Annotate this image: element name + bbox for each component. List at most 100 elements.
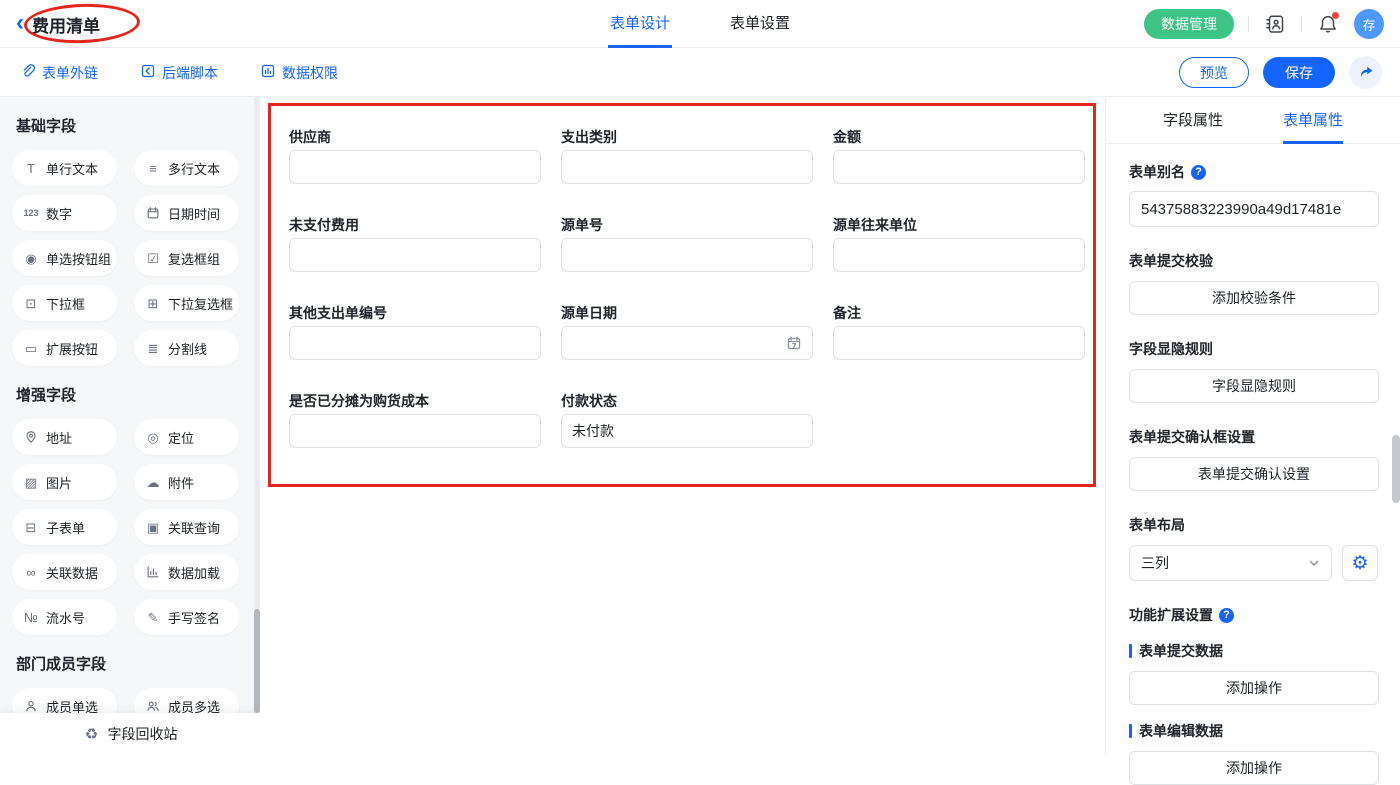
sidebar-field-item[interactable]: ⊡ 下拉框 bbox=[12, 285, 117, 321]
layout-select[interactable]: 三列 bbox=[1129, 545, 1332, 581]
panel-section: 表单提交校验 添加校验条件 bbox=[1129, 251, 1378, 315]
divider bbox=[1248, 16, 1249, 32]
panel-section: 表单提交确认框设置 表单提交确认设置 bbox=[1129, 427, 1378, 491]
sidebar-field-item[interactable]: ◎ 定位 bbox=[134, 419, 239, 455]
preview-button[interactable]: 预览 bbox=[1179, 57, 1249, 88]
form-field-input[interactable] bbox=[561, 150, 813, 184]
form-field-input[interactable] bbox=[289, 326, 541, 360]
avatar[interactable]: 存 bbox=[1354, 9, 1384, 39]
contacts-book-icon[interactable] bbox=[1263, 12, 1287, 36]
form-field-input[interactable]: 未付款 bbox=[561, 414, 813, 448]
data-manage-button[interactable]: 数据管理 bbox=[1144, 9, 1234, 39]
image-icon: ▨ bbox=[22, 476, 40, 489]
form-field-input[interactable] bbox=[833, 150, 1085, 184]
form-field[interactable]: 备注 bbox=[833, 303, 1085, 360]
panel-section-button[interactable]: 表单提交确认设置 bbox=[1129, 457, 1379, 491]
toolbar-actions: 预览 保存 bbox=[1179, 48, 1382, 97]
layout-select-value: 三列 bbox=[1141, 553, 1169, 573]
field-item-label: 多行文本 bbox=[168, 159, 220, 178]
sidebar-field-item[interactable]: ⊞ 下拉复选框 bbox=[134, 285, 239, 321]
form-field-input[interactable] bbox=[833, 238, 1085, 272]
field-item-label: 单选按钮组 bbox=[46, 249, 111, 268]
toolbar-link-label: 表单外链 bbox=[42, 63, 98, 83]
form-field-input[interactable] bbox=[561, 326, 813, 360]
sidebar-field-item[interactable]: ≡ 多行文本 bbox=[134, 150, 239, 186]
layout-settings-button[interactable]: ⚙ bbox=[1342, 545, 1378, 581]
form-field-input[interactable] bbox=[833, 326, 1085, 360]
multiselect-icon: ⊞ bbox=[144, 297, 162, 310]
toolbar-link-perm[interactable]: 数据权限 bbox=[260, 63, 338, 83]
field-item-label: 附件 bbox=[168, 473, 194, 492]
add-operation-button[interactable]: 添加操作 bbox=[1129, 751, 1379, 785]
sidebar-field-item[interactable]: ▨ 图片 bbox=[12, 464, 117, 500]
form-field[interactable]: 源单往来单位 bbox=[833, 215, 1085, 272]
panel-section-label: 字段显隐规则 bbox=[1129, 339, 1378, 359]
sidebar-field-item[interactable]: ▣ 关联查询 bbox=[134, 509, 239, 545]
address-icon bbox=[22, 430, 40, 444]
form-field[interactable]: 付款状态 未付款 bbox=[561, 391, 813, 448]
header-tab-0[interactable]: 表单设计 bbox=[608, 0, 672, 48]
sidebar-field-item[interactable]: ▭ 扩展按钮 bbox=[12, 330, 117, 366]
number-icon: 123 bbox=[22, 209, 40, 218]
sidebar-field-item[interactable]: T 单行文本 bbox=[12, 150, 117, 186]
window-scrollbar-thumb[interactable] bbox=[1392, 435, 1400, 503]
toolbar-link-script[interactable]: 后端脚本 bbox=[140, 63, 218, 83]
back-icon[interactable]: ‹ bbox=[16, 11, 24, 35]
sidebar-field-item[interactable]: ☑ 复选框组 bbox=[134, 240, 239, 276]
toolbar-link-label: 数据权限 bbox=[282, 63, 338, 83]
panel-section-button[interactable]: 字段显隐规则 bbox=[1129, 369, 1379, 403]
field-item-label: 日期时间 bbox=[168, 204, 220, 223]
sidebar-section: 部门成员字段 成员单选 成员多选 bbox=[0, 635, 260, 724]
extension-settings-section: 功能扩展设置 ? 表单提交数据 添加操作 表单编辑数据 添加操作 bbox=[1129, 605, 1378, 785]
sidebar-section-title: 部门成员字段 bbox=[16, 653, 248, 674]
field-item-label: 图片 bbox=[46, 473, 72, 492]
form-field-input[interactable] bbox=[289, 238, 541, 272]
save-button[interactable]: 保存 bbox=[1263, 57, 1335, 88]
form-field-label: 金额 bbox=[833, 127, 1085, 147]
notification-badge bbox=[1332, 12, 1339, 19]
form-field[interactable]: 源单日期 bbox=[561, 303, 813, 360]
sidebar-field-item[interactable]: 地址 bbox=[12, 419, 117, 455]
script-icon bbox=[140, 63, 156, 82]
form-field[interactable]: 支出类别 bbox=[561, 127, 813, 184]
field-item-label: 流水号 bbox=[46, 608, 85, 627]
header-tab-1[interactable]: 表单设置 bbox=[728, 0, 792, 48]
help-icon[interactable]: ? bbox=[1191, 165, 1206, 180]
form-field[interactable]: 其他支出单编号 bbox=[289, 303, 541, 360]
form-field[interactable]: 源单号 bbox=[561, 215, 813, 272]
sidebar-field-item[interactable]: 日期时间 bbox=[134, 195, 239, 231]
sidebar-field-item[interactable]: ⊟ 子表单 bbox=[12, 509, 117, 545]
form-alias-input[interactable] bbox=[1129, 191, 1379, 227]
share-button[interactable] bbox=[1349, 56, 1382, 89]
panel-tab-0[interactable]: 字段属性 bbox=[1163, 97, 1223, 144]
form-field[interactable]: 是否已分摊为购货成本 bbox=[289, 391, 541, 448]
sidebar-field-item[interactable]: ≣ 分割线 bbox=[134, 330, 239, 366]
form-field[interactable]: 未支付费用 bbox=[289, 215, 541, 272]
help-icon[interactable]: ? bbox=[1219, 608, 1234, 623]
form-field-input[interactable] bbox=[289, 414, 541, 448]
sidebar-field-item[interactable]: № 流水号 bbox=[12, 599, 117, 635]
field-item-label: 地址 bbox=[46, 428, 72, 447]
form-field-input[interactable] bbox=[289, 150, 541, 184]
sidebar-field-item[interactable]: ✎ 手写签名 bbox=[134, 599, 239, 635]
chevron-down-icon bbox=[1308, 557, 1320, 569]
form-field-input[interactable] bbox=[561, 238, 813, 272]
form-field[interactable]: 金额 bbox=[833, 127, 1085, 184]
toolbar-link-link[interactable]: 表单外链 bbox=[20, 63, 98, 83]
field-recycle-bin[interactable]: ♻ 字段回收站 bbox=[0, 713, 260, 755]
form-field-label: 源单日期 bbox=[561, 303, 813, 323]
sidebar-field-item[interactable]: 数据加载 bbox=[134, 554, 239, 590]
add-operation-button[interactable]: 添加操作 bbox=[1129, 671, 1379, 705]
panel-tab-1[interactable]: 表单属性 bbox=[1283, 97, 1343, 144]
panel-section-button[interactable]: 添加校验条件 bbox=[1129, 281, 1379, 315]
notification-bell-icon[interactable] bbox=[1316, 12, 1340, 36]
sidebar-field-item[interactable]: ∞ 关联数据 bbox=[12, 554, 117, 590]
sidebar-field-item[interactable]: 123 数字 bbox=[12, 195, 117, 231]
header-actions: 数据管理 存 bbox=[1144, 0, 1384, 48]
panel-section-label: 表单提交确认框设置 bbox=[1129, 427, 1378, 447]
form-field[interactable]: 供应商 bbox=[289, 127, 541, 184]
sidebar-field-item[interactable]: ◉ 单选按钮组 bbox=[12, 240, 117, 276]
sidebar-field-item[interactable]: ☁ 附件 bbox=[134, 464, 239, 500]
extension-group: 表单编辑数据 添加操作 bbox=[1129, 721, 1378, 785]
reldata-icon: ∞ bbox=[22, 566, 40, 579]
